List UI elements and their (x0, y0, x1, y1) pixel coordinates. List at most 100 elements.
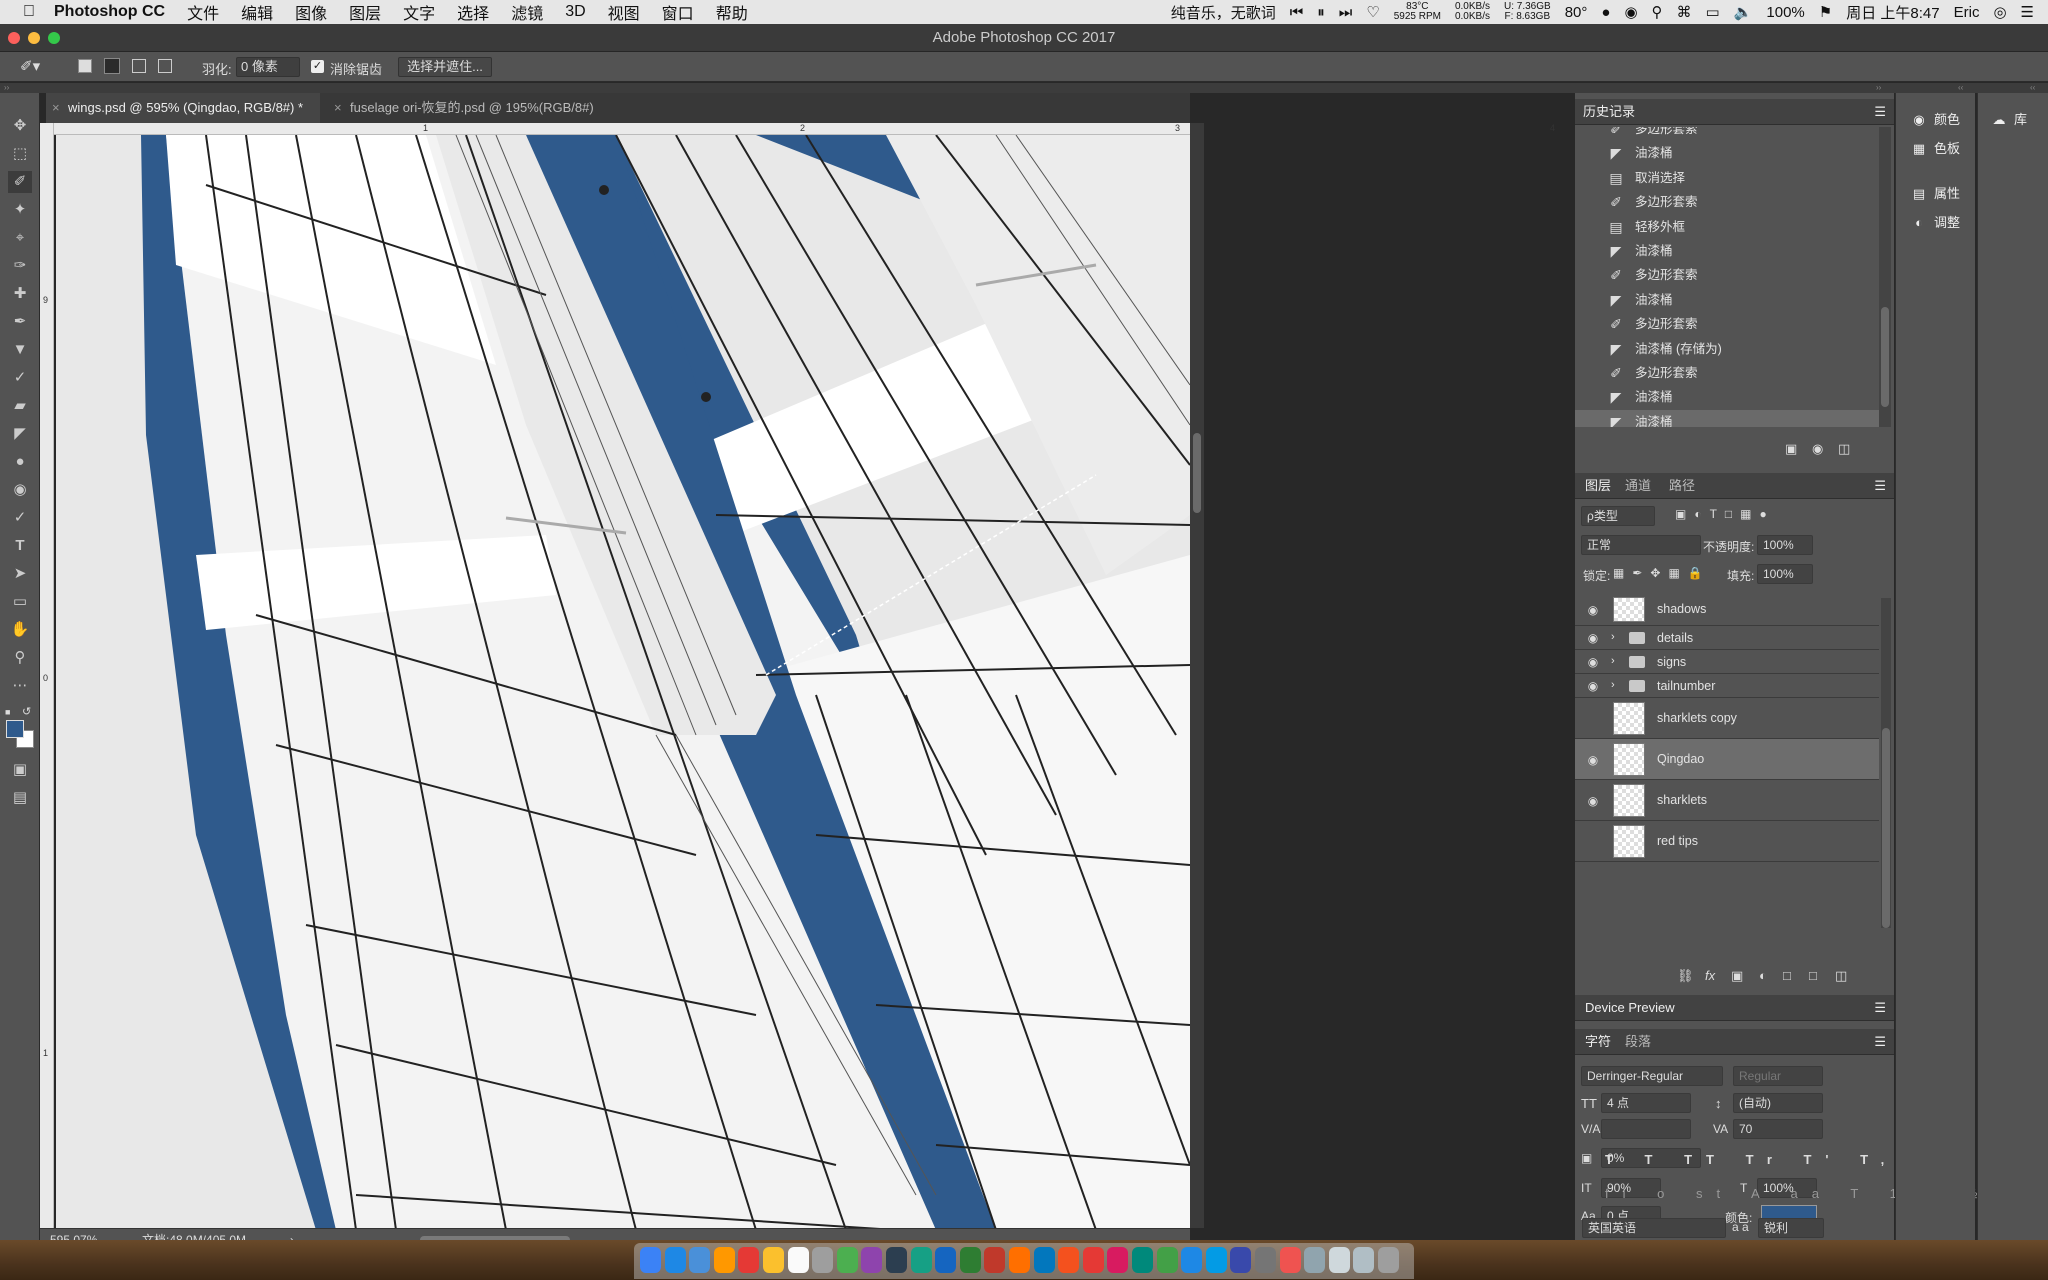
path-select-tool-icon[interactable]: ➤ (8, 563, 32, 585)
dock-app-icon[interactable] (1353, 1247, 1375, 1273)
tab-channels[interactable]: 通道 (1625, 473, 1651, 499)
wifi-icon[interactable]: ⌘ (1677, 3, 1692, 21)
eye-icon[interactable]: ◉ (1585, 753, 1601, 767)
pen-tool-icon[interactable]: ✓ (8, 507, 32, 529)
font-size-input[interactable]: 4 点 (1601, 1093, 1691, 1113)
dock-app-icon[interactable] (1082, 1247, 1104, 1273)
dodge-tool-icon[interactable]: ◉ (8, 479, 32, 501)
history-scrollbar[interactable] (1879, 127, 1891, 427)
dock-app-icon[interactable] (1230, 1247, 1252, 1273)
font-style-select[interactable]: Regular (1733, 1066, 1823, 1086)
wechat-icon[interactable]: ◉ (1624, 3, 1637, 21)
tab-paragraph[interactable]: 段落 (1625, 1029, 1651, 1055)
tab-layers[interactable]: 图层 (1585, 473, 1611, 499)
tab-wings[interactable]: × wings.psd @ 595% (Qingdao, RGB/8#) * (46, 93, 320, 123)
history-scroll-thumb[interactable] (1881, 307, 1889, 407)
history-item[interactable]: ◤ 油漆桶 (存储为) (1575, 337, 1879, 361)
foreground-color-swatch[interactable] (6, 720, 24, 738)
move-tool-icon[interactable]: ✥ (8, 115, 32, 137)
layer-filter-select[interactable]: ρ类型 (1581, 506, 1655, 526)
menu-help[interactable]: 帮助 (716, 0, 748, 24)
menu-edit[interactable]: 编辑 (241, 0, 273, 24)
horizontal-ruler[interactable]: 1 2 3 4 (46, 123, 1555, 135)
select-and-mask-button[interactable]: 选择并遮住... (398, 57, 492, 77)
history-item[interactable]: ◤ 油漆桶 (1575, 409, 1879, 427)
layer-mask-icon[interactable]: ▣ (1731, 968, 1743, 984)
crop-tool-icon[interactable]: ⌖ (8, 227, 32, 249)
dock-app-icon[interactable] (1304, 1247, 1326, 1273)
layers-scrollbar[interactable] (1881, 598, 1891, 928)
layer-row[interactable]: ◉ › signs (1575, 650, 1879, 674)
siri-icon[interactable]: ◎ (1993, 3, 2006, 21)
hand-tool-icon[interactable]: ✋ (8, 619, 32, 641)
layer-thumbnail[interactable] (1613, 743, 1645, 776)
device-preview-title[interactable]: Device Preview (1585, 995, 1675, 1021)
app-menu[interactable]: Photoshop CC (54, 3, 165, 21)
temp-readout[interactable]: 83°C 5925 RPM (1394, 2, 1441, 22)
history-item[interactable]: ▤ 轻移外框 (1575, 215, 1879, 239)
menu-select[interactable]: 选择 (457, 0, 489, 24)
panel-menu-icon[interactable]: ☰ (1874, 99, 1886, 125)
tab-fuselage[interactable]: × fuselage ori-恢复的.psd @ 195%(RGB/8#) (328, 93, 668, 123)
layer-thumbnail[interactable] (1613, 825, 1645, 858)
history-brush-tool-icon[interactable]: ✓ (8, 367, 32, 389)
kerning-input[interactable] (1601, 1119, 1691, 1139)
feather-input[interactable]: 0 像素 (236, 57, 300, 77)
layers-scroll-thumb[interactable] (1882, 728, 1890, 928)
layer-thumbnail[interactable] (1613, 784, 1645, 817)
layer-thumbnail[interactable] (1613, 702, 1645, 735)
menu-view[interactable]: 视图 (608, 0, 640, 24)
flag-icon[interactable]: ⚑ (1819, 3, 1832, 21)
heart-icon[interactable]: ♡ (1366, 3, 1379, 21)
menu-file[interactable]: 文件 (187, 0, 219, 24)
dock-app-icon[interactable] (1058, 1247, 1080, 1273)
tab-character[interactable]: 字符 (1585, 1029, 1611, 1055)
brush-tool-icon[interactable]: ✒ (8, 311, 32, 333)
opacity-input[interactable]: 100% (1757, 535, 1813, 555)
dock-app-icon[interactable] (1033, 1247, 1055, 1273)
libraries-panel-button[interactable]: ☁ 库 (1990, 109, 2028, 131)
history-item[interactable]: ✐ 多边形套索 (1575, 127, 1879, 141)
menu-type[interactable]: 文字 (403, 0, 435, 24)
new-layer-icon[interactable]: □ (1809, 968, 1817, 983)
blend-mode-select[interactable]: 正常 (1581, 535, 1701, 555)
font-family-select[interactable]: Derringer-Regular (1581, 1066, 1723, 1086)
panel-menu-icon[interactable]: ☰ (1874, 1029, 1886, 1055)
panel-menu-icon[interactable]: ☰ (1874, 995, 1886, 1021)
type-tool-icon[interactable]: T (8, 535, 32, 557)
layer-row[interactable]: sharklets copy (1575, 698, 1879, 739)
notification-center-icon[interactable]: ☰ (2021, 3, 2034, 21)
marquee-tool-icon[interactable]: ⬚ (8, 143, 32, 165)
collapse-library-icon[interactable]: ‹‹ (2030, 83, 2035, 92)
dock-app-icon[interactable] (640, 1247, 661, 1273)
properties-panel-button[interactable]: ▤ 属性 (1910, 183, 1960, 205)
menu-layer[interactable]: 图层 (349, 0, 381, 24)
blur-tool-icon[interactable]: ● (8, 451, 32, 473)
user-menu[interactable]: Eric (1954, 4, 1980, 21)
rectangle-tool-icon[interactable]: ▭ (8, 591, 32, 613)
layer-row[interactable]: ◉ › tailnumber (1575, 674, 1879, 698)
screen-mode-icon[interactable]: ▤ (8, 787, 32, 809)
stamp-tool-icon[interactable]: ▼ (8, 339, 32, 361)
polygon-lasso-tool-icon[interactable]: ✐ (8, 171, 32, 193)
layer-filter-icons[interactable]: ▣◐T□▦● (1675, 507, 1775, 521)
new-selection-icon[interactable] (78, 59, 92, 73)
history-item[interactable]: ◤ 油漆桶 (1575, 239, 1879, 263)
swap-colors-icon[interactable]: ↺ (22, 705, 31, 718)
eyedropper-tool-icon[interactable]: ✑ (8, 255, 32, 277)
add-selection-icon[interactable] (104, 58, 120, 74)
language-select[interactable]: 英国英语 (1582, 1218, 1726, 1238)
expand-left-icon[interactable]: ›› (4, 83, 9, 92)
layer-row[interactable]: ◉ › details (1575, 626, 1879, 650)
dock-app-icon[interactable] (1156, 1247, 1178, 1273)
next-track-icon[interactable]: ⏭ (1339, 4, 1353, 21)
healing-tool-icon[interactable]: ✚ (8, 283, 32, 305)
dock-app-icon[interactable] (1205, 1247, 1227, 1273)
lock-icons[interactable]: ▦✒✥▦🔒 (1613, 566, 1711, 580)
expand-group-icon[interactable]: › (1611, 631, 1615, 643)
new-group-icon[interactable]: □ (1783, 968, 1791, 983)
dock-app-icon[interactable] (1132, 1247, 1153, 1273)
magic-wand-tool-icon[interactable]: ✦ (8, 199, 32, 221)
history-item[interactable]: ◤ 油漆桶 (1575, 141, 1879, 165)
mem-readout[interactable]: U: 7.36GB F: 8.63GB (1504, 2, 1551, 22)
